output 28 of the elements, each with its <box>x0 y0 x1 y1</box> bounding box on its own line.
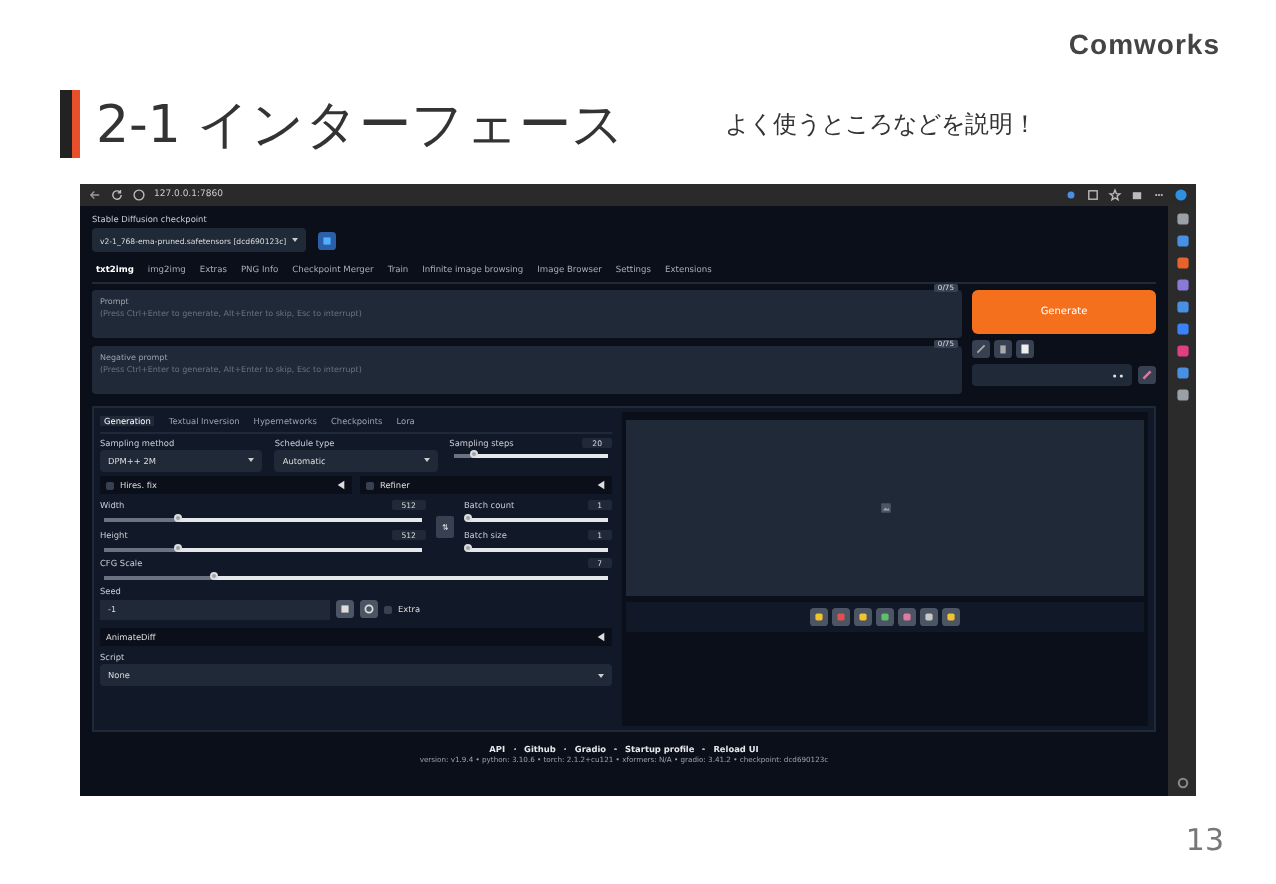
clipboard-icon[interactable] <box>1016 340 1034 358</box>
slider-thumb[interactable] <box>173 514 182 522</box>
checkbox[interactable] <box>384 605 392 613</box>
caret-icon <box>248 458 255 462</box>
star-icon[interactable] <box>1108 188 1122 202</box>
collapse-icon[interactable] <box>596 632 606 642</box>
slider-thumb[interactable] <box>173 544 182 552</box>
trash-icon[interactable] <box>994 340 1012 358</box>
slider-thumb[interactable] <box>210 572 219 580</box>
collapse-icon[interactable] <box>596 480 606 490</box>
slider-thumb[interactable] <box>463 544 472 552</box>
image-icon <box>879 502 891 514</box>
refresh-icon[interactable] <box>318 231 337 249</box>
slider-thumb[interactable] <box>463 514 472 522</box>
slider-thumb[interactable] <box>469 450 478 458</box>
checkbox[interactable] <box>106 481 114 489</box>
caret-icon <box>598 673 604 677</box>
checkbox[interactable] <box>366 481 374 489</box>
slide-subtitle: よく使うところなどを説明！ <box>725 107 1038 141</box>
back-icon[interactable] <box>88 188 102 202</box>
reload-icon[interactable] <box>110 188 124 202</box>
company-logo: Comworks <box>1068 28 1220 60</box>
caret-icon <box>292 238 299 242</box>
page-number: 13 <box>1185 822 1224 858</box>
caret-icon <box>423 458 430 462</box>
collapse-icon[interactable] <box>336 480 346 490</box>
title-accent-bar <box>60 90 80 158</box>
slide-title: 2-1 インターフェース <box>96 93 626 159</box>
